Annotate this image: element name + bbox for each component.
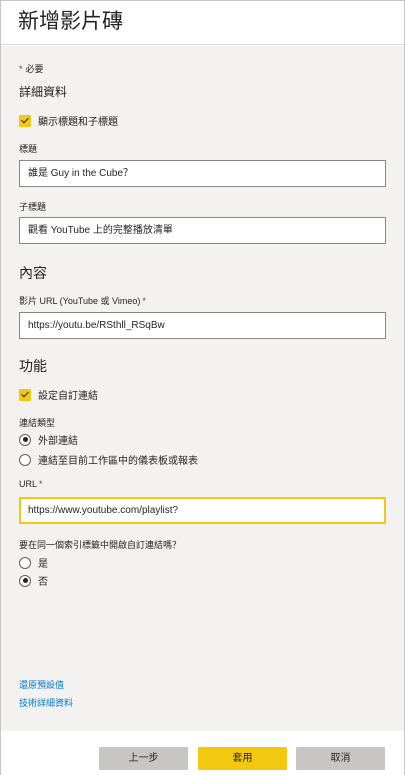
- checkbox-checked-icon[interactable]: [19, 114, 31, 127]
- function-section-heading: 功能: [19, 358, 47, 374]
- link-type-option-external[interactable]: 外部連結: [19, 432, 78, 447]
- radio-selected-icon[interactable]: [19, 433, 31, 446]
- title-input[interactable]: 誰是 Guy in the Cube？: [19, 160, 386, 187]
- link-type-label: 連結類型: [19, 418, 56, 428]
- form-body: * 必要 詳細資料 顯示標題和子標題 標題 誰是 Guy in the Cube？…: [1, 46, 404, 731]
- radio-unselected-icon[interactable]: [19, 556, 31, 569]
- restore-defaults-link[interactable]: 還原預設值: [19, 678, 64, 691]
- radio-unselected-icon[interactable]: [19, 453, 31, 466]
- required-star: *: [39, 479, 43, 489]
- link-type-option-label: 連結至目前工作區中的儀表板或報表: [38, 456, 198, 467]
- tech-details-link[interactable]: 技術詳細資料: [19, 696, 73, 709]
- subtitle-label: 子標題: [19, 202, 47, 212]
- url-label: URL *: [19, 479, 43, 489]
- video-url-label: 影片 URL (YouTube 或 Vimeo) *: [19, 296, 146, 306]
- url-input[interactable]: https://www.youtube.com/playlist?: [19, 497, 386, 524]
- title-label: 標題: [19, 144, 38, 154]
- show-title-checkbox-row[interactable]: 顯示標題和子標題: [19, 113, 118, 128]
- pane-header: 新增影片磚: [1, 1, 404, 45]
- pane-title: 新增影片磚: [18, 10, 123, 33]
- subtitle-input[interactable]: 觀看 YouTube 上的完整播放清單: [19, 217, 386, 244]
- open-same-tab-option-label: 是: [38, 559, 48, 570]
- link-type-option-dashboard[interactable]: 連結至目前工作區中的儀表板或報表: [19, 452, 198, 467]
- open-same-tab-option-label: 否: [38, 577, 48, 588]
- open-same-tab-label: 要在同一個索引標籤中開啟自訂連結嗎？: [19, 540, 182, 550]
- cancel-button[interactable]: 取消: [296, 747, 385, 770]
- required-star: *: [142, 296, 146, 306]
- open-same-tab-option-yes[interactable]: 是: [19, 555, 48, 570]
- checkbox-checked-icon[interactable]: [19, 388, 31, 401]
- content-section-heading: 內容: [19, 265, 47, 281]
- details-section-heading: 詳細資料: [19, 85, 68, 99]
- show-title-checkbox-label: 顯示標題和子標題: [38, 117, 118, 128]
- pane-footer: 上一步 套用 取消: [1, 731, 404, 775]
- custom-link-checkbox-row[interactable]: 設定自訂連結: [19, 387, 98, 402]
- radio-selected-icon[interactable]: [19, 574, 31, 587]
- required-star: *: [19, 64, 23, 74]
- add-video-tile-pane: 新增影片磚 * 必要 詳細資料 顯示標題和子標題 標題 誰是 Guy in the…: [0, 0, 405, 775]
- custom-link-checkbox-label: 設定自訂連結: [38, 391, 98, 402]
- video-url-input[interactable]: https://youtu.be/RSthll_RSqBw: [19, 312, 386, 339]
- link-type-option-label: 外部連結: [38, 436, 78, 447]
- back-button[interactable]: 上一步: [99, 747, 188, 770]
- required-note: * 必要: [19, 64, 44, 74]
- apply-button[interactable]: 套用: [198, 747, 287, 770]
- open-same-tab-option-no[interactable]: 否: [19, 573, 48, 588]
